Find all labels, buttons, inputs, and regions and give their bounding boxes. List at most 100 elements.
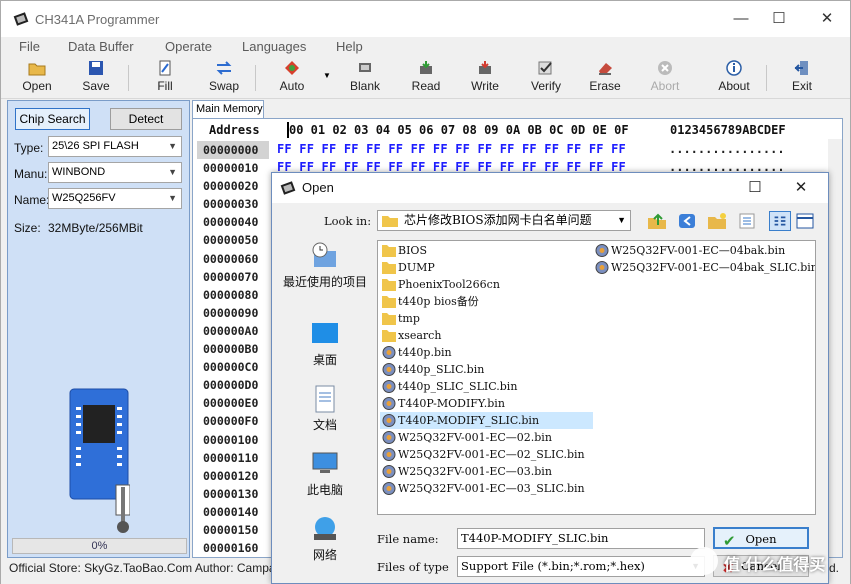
file-item[interactable]: t440p_SLIC_SLIC.bin <box>380 378 517 395</box>
exit-button[interactable]: Exit <box>774 57 830 99</box>
fill-button[interactable]: Fill <box>137 57 193 99</box>
menu-operate[interactable]: Operate <box>165 39 212 54</box>
type-value: 25\26 SPI FLASH <box>52 140 139 152</box>
file-name-label: File name: <box>377 532 439 546</box>
file-item[interactable]: t440p.bin <box>380 344 452 361</box>
file-item[interactable]: BIOS <box>380 242 427 259</box>
file-list[interactable]: BIOS DUMP PhoenixTool266cn t440p bios备份 tmp x… <box>377 240 816 515</box>
read-button[interactable]: Read <box>398 57 454 99</box>
chip-name-select[interactable]: W25Q256FV ▼ <box>48 188 182 209</box>
file-type-value: Support File (*.bin;*.rom;*.hex) <box>461 559 645 573</box>
erase-icon <box>599 63 612 75</box>
place-this-pc[interactable]: 此电脑 <box>280 449 370 498</box>
file-item[interactable]: PhoenixTool266cn <box>380 276 500 293</box>
bin-file-icon <box>382 465 396 478</box>
look-in-select[interactable]: 芯片修改BIOS添加网卡白名单问题 ▼ <box>377 210 631 231</box>
address-column: 00000000 00000010 00000020 00000030 0000… <box>197 141 269 557</box>
about-button[interactable]: About <box>706 57 762 99</box>
abort-button[interactable]: Abort <box>637 57 693 99</box>
fill-label: Fill <box>157 79 173 93</box>
maximize-icon[interactable]: ☐ <box>744 177 766 199</box>
address-cell: 00000100 <box>203 432 259 447</box>
tab-main-memory[interactable]: Main Memory <box>192 100 264 118</box>
file-item[interactable]: t440p_SLIC.bin <box>380 361 484 378</box>
close-icon[interactable]: ✕ <box>790 177 812 199</box>
new-folder-icon[interactable] <box>706 211 728 231</box>
file-item[interactable]: T440P-MODIFY.bin <box>380 395 505 412</box>
place-recent[interactable]: 最近使用的项目 <box>280 241 370 290</box>
auto-button[interactable]: Auto <box>264 57 320 99</box>
auto-dropdown-icon[interactable]: ▼ <box>323 71 331 80</box>
file-item[interactable]: DUMP <box>380 259 435 276</box>
erase-button[interactable]: Erase <box>577 57 633 99</box>
place-documents[interactable]: 文档 <box>280 384 370 433</box>
place-desktop[interactable]: 桌面 <box>280 319 370 368</box>
file-item-label: T440P-MODIFY_SLIC.bin <box>398 414 540 427</box>
abort-label: Abort <box>650 79 680 93</box>
detect-button[interactable]: Detect <box>110 108 182 130</box>
folder-icon <box>382 313 396 325</box>
save-button[interactable]: Save <box>68 57 124 99</box>
address-cell: 000000D0 <box>203 378 259 393</box>
address-cell: 00000080 <box>203 287 259 302</box>
file-item[interactable]: W25Q32FV-001-EC—04bak_SLIC.bin <box>593 259 816 276</box>
chip-search-button[interactable]: Chip Search <box>15 108 90 130</box>
file-item[interactable]: W25Q32FV-001-EC—03.bin <box>380 463 552 480</box>
write-button[interactable]: Write <box>457 57 513 99</box>
manufacturer-select[interactable]: WINBOND ▼ <box>48 162 182 183</box>
blank-button[interactable]: Blank <box>337 57 393 99</box>
ascii-row[interactable]: ................ <box>669 142 785 156</box>
minimize-icon[interactable]: — <box>731 9 751 29</box>
chevron-down-icon: ▼ <box>168 193 177 203</box>
file-item[interactable]: W25Q32FV-001-EC—03_SLIC.bin <box>380 480 585 497</box>
back-icon[interactable] <box>676 211 698 231</box>
save-label: Save <box>82 79 110 93</box>
file-item-label: W25Q32FV-001-EC—04bak_SLIC.bin <box>611 261 816 274</box>
file-item-label: t440p_SLIC.bin <box>398 363 485 376</box>
bin-file-icon <box>382 482 396 495</box>
menu-file[interactable]: File <box>19 39 40 54</box>
up-folder-icon[interactable] <box>646 211 668 231</box>
verify-button[interactable]: Verify <box>518 57 574 99</box>
file-item[interactable]: T440P-MODIFY_SLIC.bin <box>380 412 593 429</box>
address-cell: 00000090 <box>203 305 259 320</box>
close-icon[interactable]: ✕ <box>817 9 837 29</box>
swap-arrows-icon <box>216 61 232 75</box>
info-icon <box>726 60 742 76</box>
file-name-input[interactable]: T440P-MODIFY_SLIC.bin <box>457 528 705 549</box>
bin-file-icon <box>382 363 396 376</box>
swap-button[interactable]: Swap <box>196 57 252 99</box>
maximize-icon[interactable]: ☐ <box>769 9 789 29</box>
file-type-select[interactable]: Support File (*.bin;*.rom;*.hex) ▼ <box>457 556 705 577</box>
file-item-label: xsearch <box>398 329 442 342</box>
bin-file-icon <box>382 448 396 461</box>
exit-label: Exit <box>791 79 812 93</box>
watermark-logo-icon <box>690 547 718 575</box>
details-view-icon[interactable] <box>736 211 758 231</box>
file-item-label: W25Q32FV-001-EC—02_SLIC.bin <box>398 448 585 461</box>
type-select[interactable]: 25\26 SPI FLASH ▼ <box>48 136 182 157</box>
list-view-icon[interactable] <box>769 211 791 231</box>
file-item[interactable]: tmp <box>380 310 420 327</box>
fill-pencil-icon <box>159 60 171 76</box>
icon-view-icon[interactable] <box>794 211 816 231</box>
ascii-header: 0123456789ABCDEF <box>670 123 786 137</box>
file-item[interactable]: xsearch <box>380 327 441 344</box>
menu-help[interactable]: Help <box>336 39 363 54</box>
watermark-text: 值·什么值得买 <box>724 557 826 574</box>
menu-data-buffer[interactable]: Data Buffer <box>68 39 134 54</box>
menu-languages[interactable]: Languages <box>242 39 306 54</box>
file-item[interactable]: W25Q32FV-001-EC—02_SLIC.bin <box>380 446 585 463</box>
address-cell: 000000C0 <box>203 360 259 375</box>
place-network[interactable]: 网络 <box>280 514 370 563</box>
address-cell: 00000050 <box>203 233 259 248</box>
window-title: CH341A Programmer <box>35 12 160 27</box>
hex-row[interactable]: FF FF FF FF FF FF FF FF FF FF FF FF FF F… <box>277 142 626 156</box>
file-item[interactable]: W25Q32FV-001-EC—04bak.bin <box>593 242 785 259</box>
vertical-scrollbar[interactable] <box>828 139 842 557</box>
file-item[interactable]: t440p bios备份 <box>380 293 479 310</box>
chevron-down-icon: ▼ <box>168 167 177 177</box>
file-item[interactable]: W25Q32FV-001-EC—02.bin <box>380 429 552 446</box>
open-button[interactable]: Open <box>9 57 65 99</box>
place-documents-label: 文档 <box>312 418 337 432</box>
